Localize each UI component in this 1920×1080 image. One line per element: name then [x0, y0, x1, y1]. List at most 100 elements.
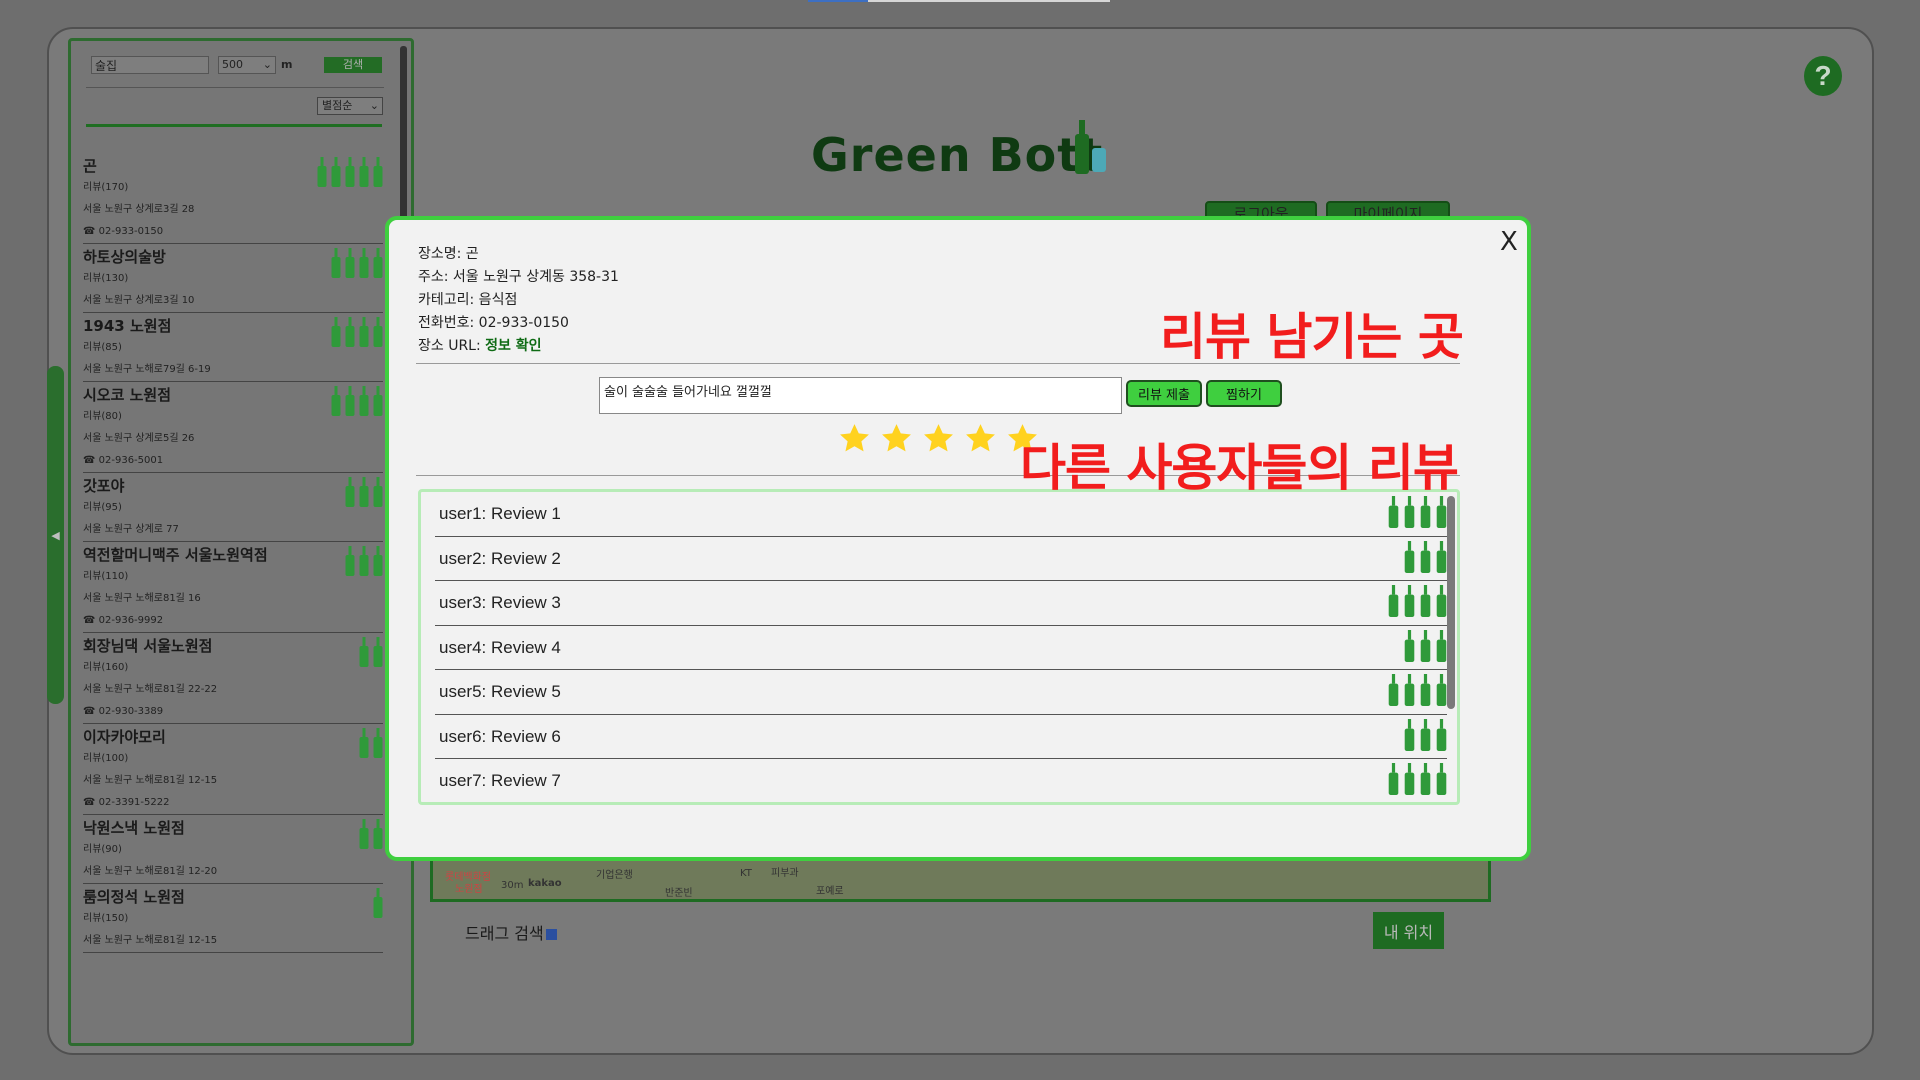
place-name: 장소명: 곤: [418, 246, 479, 262]
place-list-item[interactable]: 하토상의술방 리뷰(130) 서울 노원구 상계로3길 10: [83, 244, 383, 313]
annotation-leave-review: 리뷰 남기는 곳: [1160, 308, 1464, 366]
place-address: 서울 노원구 노해로81길 12-15: [83, 935, 218, 946]
place-address: 서울 노원구 노해로81길 22-22: [83, 684, 218, 695]
place-list-item[interactable]: 낙원스낵 노원점 리뷰(90) 서울 노원구 노해로81길 12-20: [83, 815, 383, 884]
radius-select[interactable]: 500 ⌄: [218, 56, 276, 74]
bottle-rating: [373, 888, 383, 918]
place-list-item[interactable]: 곤 리뷰(170) 서울 노원구 상계로3길 28 ☎ 02-933-0150: [83, 153, 383, 244]
star-rating[interactable]: [838, 422, 1039, 455]
place-list-item[interactable]: 갓포야 리뷰(95) 서울 노원구 상계로 77: [83, 473, 383, 542]
review-input[interactable]: 술이 술술술 들어가네요 껄껄껄: [599, 377, 1122, 414]
map-label: 노원점: [455, 884, 483, 895]
map-scale: 30m: [501, 880, 524, 891]
soju-bottle-icon: [331, 248, 341, 278]
soju-bottle-icon: [1436, 674, 1447, 706]
favorite-button[interactable]: 찜하기: [1206, 380, 1282, 407]
review-row: user4: Review 4: [435, 626, 1447, 670]
sort-select[interactable]: 별점순 ⌄: [317, 97, 383, 115]
place-list-item[interactable]: 이자카야모리 리뷰(100) 서울 노원구 노해로81길 12-15 ☎ 02-339…: [83, 724, 383, 815]
collapse-arrow-icon: ◀: [51, 528, 60, 542]
place-list-item[interactable]: 1943 노원점 리뷰(85) 서울 노원구 노해로79길 6-19: [83, 313, 383, 382]
soju-bottle-icon: [1436, 763, 1447, 795]
bottle-rating: [359, 819, 383, 849]
place-address: 서울 노원구 노해로81길 16: [83, 593, 201, 604]
review-row: user6: Review 6: [435, 715, 1447, 759]
soju-bottle-icon: [1420, 674, 1431, 706]
map-label: 피부과: [771, 868, 799, 879]
soju-bottle-icon: [359, 386, 369, 416]
map-label: KT: [740, 868, 752, 879]
place-reviews: 리뷰(90): [83, 844, 122, 855]
place-url-link[interactable]: 정보 확인: [485, 338, 541, 354]
search-button[interactable]: 검색: [324, 57, 382, 73]
soju-bottle-icon: [1420, 540, 1431, 573]
soju-bottle-icon: [1420, 585, 1431, 617]
bottle-rating: [1404, 540, 1447, 573]
soju-bottle-icon: [373, 728, 383, 758]
drag-search-checkbox[interactable]: [545, 929, 557, 940]
my-location-button[interactable]: 내 위치: [1373, 912, 1444, 949]
soju-bottle-icon: [1436, 629, 1447, 662]
place-address: 서울 노원구 상계로5길 26: [83, 433, 195, 444]
bottle-rating: [1404, 629, 1447, 662]
place-reviews: 리뷰(150): [83, 913, 129, 924]
place-reviews: 리뷰(110): [83, 571, 129, 582]
soju-bottle-icon: [1404, 585, 1415, 617]
close-icon[interactable]: X: [1500, 227, 1518, 257]
star-icon[interactable]: [922, 422, 955, 455]
bottle-rating: [345, 546, 383, 576]
soju-bottle-icon: [1420, 718, 1431, 751]
review-text: user3: Review 3: [439, 593, 561, 612]
soju-bottle-icon: [1388, 585, 1399, 617]
review-row: [435, 804, 1447, 806]
soju-bottle-icon: [359, 819, 369, 849]
bottle-rating: [345, 477, 383, 507]
soju-bottle-icon: [359, 728, 369, 758]
place-list-item[interactable]: 룸의정석 노원점 리뷰(150) 서울 노원구 노해로81길 12-15: [83, 884, 383, 953]
bottle-rating: [359, 728, 383, 758]
review-text: user4: Review 4: [439, 637, 561, 657]
place-address: 서울 노원구 노해로81길 12-15: [83, 775, 218, 786]
map-view[interactable]: 롯데백화점 노원점 30m kakao 기업은행 반준빈 KT 피부과 포예로: [430, 856, 1491, 902]
place-phone: ☎ 02-936-9992: [83, 615, 164, 626]
soju-bottle-icon: [317, 157, 327, 187]
divider: [86, 87, 384, 88]
place-phone: ☎ 02-936-5001: [83, 455, 164, 466]
star-icon[interactable]: [880, 422, 913, 455]
soju-bottle-icon: [373, 637, 383, 667]
soju-bottle-icon: [359, 157, 369, 187]
place-list-item[interactable]: 역전할머니맥주 서울노원역점 리뷰(110) 서울 노원구 노해로81길 16 ☎ 0…: [83, 542, 383, 633]
review-list-scrollbar[interactable]: [1447, 496, 1455, 709]
browser-tab-strip: [868, 0, 1110, 2]
soju-bottle-icon: [1404, 496, 1415, 528]
soju-bottle-icon: [1436, 718, 1447, 751]
soju-bottle-icon: [359, 248, 369, 278]
place-name: 갓포야: [83, 477, 125, 495]
place-address: 서울 노원구 노해로81길 12-20: [83, 866, 218, 877]
review-row: user7: Review 7: [435, 759, 1447, 802]
search-input[interactable]: 술집: [91, 56, 209, 74]
star-icon[interactable]: [964, 422, 997, 455]
review-row: user2: Review 2: [435, 537, 1447, 581]
map-label: 반준빈: [665, 888, 693, 899]
soju-bottle-icon: [359, 546, 369, 576]
place-name: 회장님댁 서울노원점: [83, 637, 213, 655]
soju-bottle-icon: [373, 819, 383, 849]
drag-search-toggle[interactable]: 드래그 검색: [465, 920, 557, 944]
submit-review-button[interactable]: 리뷰 제출: [1126, 380, 1202, 407]
soju-bottle-logo-icon: [1075, 120, 1106, 174]
star-icon[interactable]: [838, 422, 871, 455]
soju-bottle-icon: [345, 477, 355, 507]
sidebar-collapse-handle[interactable]: ◀: [47, 366, 64, 704]
place-info: 장소명: 곤 주소: 서울 노원구 상계동 358-31 카테고리: 음식점 전…: [418, 243, 619, 358]
place-list-item[interactable]: 시오코 노원점 리뷰(80) 서울 노원구 상계로5길 26 ☎ 02-936-500…: [83, 382, 383, 473]
review-row: user5: Review 5: [435, 670, 1447, 715]
soju-bottle-icon: [1436, 496, 1447, 528]
place-url-row: 장소 URL: 정보 확인: [418, 335, 619, 358]
soju-bottle-icon: [373, 386, 383, 416]
place-list-item[interactable]: 회장님댁 서울노원점 리뷰(160) 서울 노원구 노해로81길 22-22 ☎ 02…: [83, 633, 383, 724]
bottle-rating: [1388, 763, 1447, 795]
bottle-rating: [359, 637, 383, 667]
help-icon[interactable]: ?: [1804, 56, 1842, 96]
place-phone: ☎ 02-3391-5222: [83, 797, 170, 808]
